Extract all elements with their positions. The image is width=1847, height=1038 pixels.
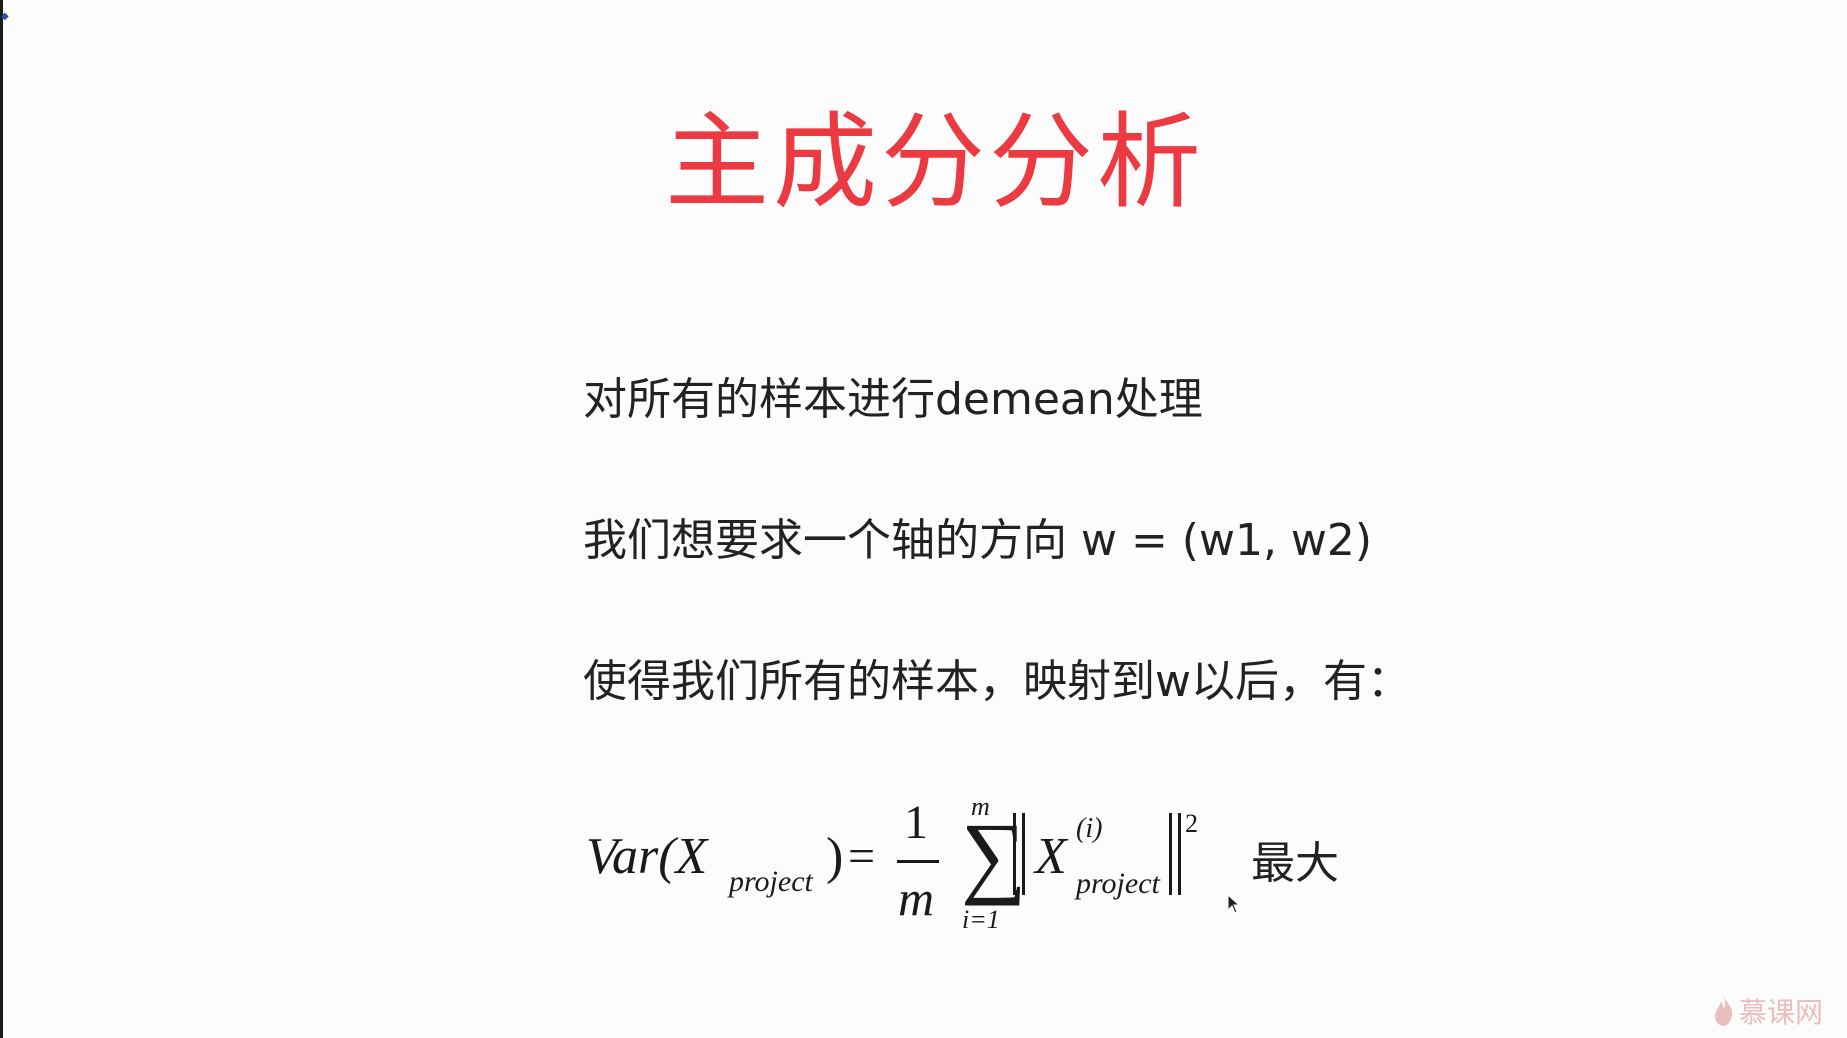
formula-norm-right — [1169, 813, 1181, 895]
bullet-line-demean: 对所有的样本进行demean处理 — [583, 374, 1203, 425]
formula-term-superscript: (i) — [1076, 813, 1103, 844]
flame-icon — [1715, 996, 1733, 1026]
formula-fraction-bar — [897, 860, 939, 863]
formula-fraction-denominator: m — [898, 870, 935, 926]
formula-fraction-numerator: 1 — [904, 796, 928, 849]
formula-suffix: 最大 — [1251, 838, 1339, 889]
bullet-line-axis-direction: 我们想要求一个轴的方向 w = (w1, w2) — [583, 515, 1373, 566]
formula-term-x: X — [1035, 828, 1067, 885]
formula-lhs-subscript: project — [729, 865, 813, 898]
formula-norm-left — [1013, 813, 1025, 895]
slide-title: 主成分分析 — [664, 101, 1205, 223]
formula-exponent: 2 — [1185, 809, 1198, 838]
watermark-text: 慕课网 — [1739, 996, 1824, 1029]
formula-lhs-close: ) — [826, 828, 844, 885]
cursor-arrow-icon — [1227, 894, 1241, 914]
bullet-line-projection: 使得我们所有的样本，映射到w以后，有： — [583, 656, 1411, 707]
formula-equals: = — [848, 830, 876, 883]
formula-term-subscript: project — [1076, 867, 1160, 900]
formula-var-open: Var(X — [586, 828, 708, 885]
slide: ◆ 主成分分析 对所有的样本进行demean处理 我们想要求一个轴的方向 w =… — [0, 0, 1847, 1038]
variance-formula: Var(X project ) = 1 m m ∑ i=1 X (i) proj… — [586, 792, 1339, 945]
formula-sum-lower: i=1 — [962, 905, 1000, 934]
corner-marker-icon: ◆ — [1, 11, 9, 22]
watermark: 慕课网 — [1713, 993, 1823, 1029]
